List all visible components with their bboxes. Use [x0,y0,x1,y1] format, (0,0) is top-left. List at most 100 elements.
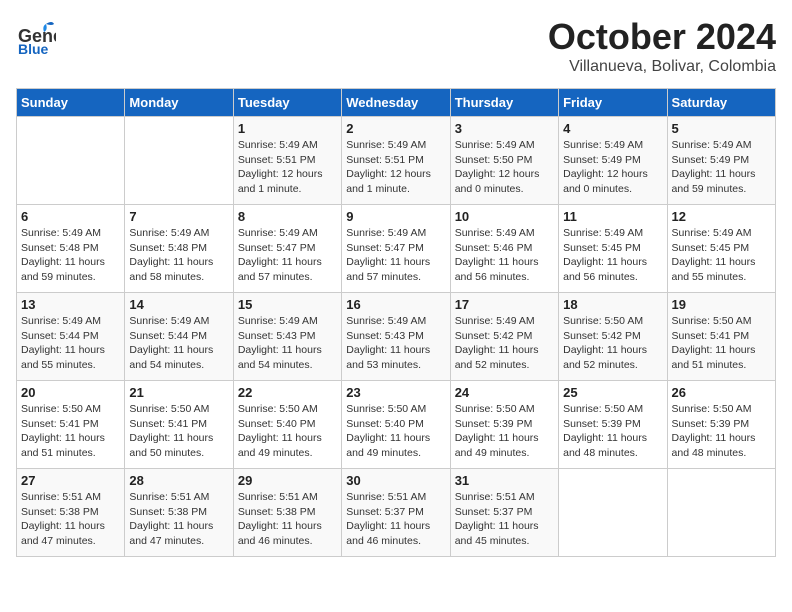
day-cell: 3 Sunrise: 5:49 AMSunset: 5:50 PMDaylight… [450,117,558,205]
week-row-3: 13Sunrise: 5:49 AMSunset: 5:44 PMDayligh… [17,293,776,381]
day-number: 17 [455,297,554,312]
day-number: 16 [346,297,445,312]
day-cell: 29 Sunrise: 5:51 AMSunset: 5:38 PMDayligh… [233,469,341,557]
day-cell: 22 Sunrise: 5:50 AMSunset: 5:40 PMDayligh… [233,381,341,469]
day-cell: 24 Sunrise: 5:50 AMSunset: 5:39 PMDayligh… [450,381,558,469]
day-detail: Sunrise: 5:50 AMSunset: 5:39 PMDaylight:… [672,402,771,461]
day-detail: Sunrise: 5:51 AMSunset: 5:38 PMDaylight:… [238,490,337,549]
day-detail: Sunrise: 5:49 AMSunset: 5:47 PMDaylight:… [346,226,445,285]
day-detail: Sunrise: 5:49 AMSunset: 5:43 PMDaylight:… [346,314,445,373]
day-number: 11 [563,209,662,224]
day-number: 19 [672,297,771,312]
weekday-header-saturday: Saturday [667,89,775,117]
day-number: 9 [346,209,445,224]
day-cell: 27Sunrise: 5:51 AMSunset: 5:38 PMDayligh… [17,469,125,557]
day-cell: 15Sunrise: 5:49 AMSunset: 5:43 PMDayligh… [233,293,341,381]
day-detail: Sunrise: 5:50 AMSunset: 5:40 PMDaylight:… [238,402,337,461]
day-cell: 12 Sunrise: 5:49 AMSunset: 5:45 PMDayligh… [667,205,775,293]
day-detail: Sunrise: 5:50 AMSunset: 5:39 PMDaylight:… [455,402,554,461]
day-cell: 26 Sunrise: 5:50 AMSunset: 5:39 PMDayligh… [667,381,775,469]
day-number: 13 [21,297,120,312]
day-cell: 7 Sunrise: 5:49 AMSunset: 5:48 PMDaylight… [125,205,233,293]
day-cell [125,117,233,205]
day-number: 2 [346,121,445,136]
day-detail: Sunrise: 5:49 AMSunset: 5:49 PMDaylight:… [563,138,662,197]
day-number: 29 [238,473,337,488]
day-cell: 25 Sunrise: 5:50 AMSunset: 5:39 PMDayligh… [559,381,667,469]
day-detail: Sunrise: 5:50 AMSunset: 5:40 PMDaylight:… [346,402,445,461]
day-cell: 17 Sunrise: 5:49 AMSunset: 5:42 PMDayligh… [450,293,558,381]
day-cell: 14Sunrise: 5:49 AMSunset: 5:44 PMDayligh… [125,293,233,381]
day-detail: Sunrise: 5:49 AMSunset: 5:45 PMDaylight:… [563,226,662,285]
day-detail: Sunrise: 5:49 AMSunset: 5:49 PMDaylight:… [672,138,771,197]
weekday-header-thursday: Thursday [450,89,558,117]
weekday-header-wednesday: Wednesday [342,89,450,117]
day-detail: Sunrise: 5:50 AMSunset: 5:41 PMDaylight:… [21,402,120,461]
day-cell [559,469,667,557]
day-detail: Sunrise: 5:49 AMSunset: 5:48 PMDaylight:… [21,226,120,285]
day-number: 22 [238,385,337,400]
day-detail: Sunrise: 5:49 AMSunset: 5:51 PMDaylight:… [238,138,337,197]
day-cell: 4 Sunrise: 5:49 AMSunset: 5:49 PMDaylight… [559,117,667,205]
day-detail: Sunrise: 5:51 AMSunset: 5:37 PMDaylight:… [455,490,554,549]
day-cell: 21 Sunrise: 5:50 AMSunset: 5:41 PMDayligh… [125,381,233,469]
day-cell: 1 Sunrise: 5:49 AMSunset: 5:51 PMDaylight… [233,117,341,205]
day-detail: Sunrise: 5:51 AMSunset: 5:38 PMDaylight:… [129,490,228,549]
day-number: 18 [563,297,662,312]
day-detail: Sunrise: 5:50 AMSunset: 5:39 PMDaylight:… [563,402,662,461]
day-cell: 10Sunrise: 5:49 AMSunset: 5:46 PMDayligh… [450,205,558,293]
calendar-table: SundayMondayTuesdayWednesdayThursdayFrid… [16,88,776,557]
day-number: 21 [129,385,228,400]
weekday-header-monday: Monday [125,89,233,117]
day-detail: Sunrise: 5:49 AMSunset: 5:51 PMDaylight:… [346,138,445,197]
weekday-header-row: SundayMondayTuesdayWednesdayThursdayFrid… [17,89,776,117]
day-cell: 8 Sunrise: 5:49 AMSunset: 5:47 PMDaylight… [233,205,341,293]
title-section: October 2024 Villanueva, Bolivar, Colomb… [548,16,776,76]
day-number: 1 [238,121,337,136]
day-number: 24 [455,385,554,400]
day-number: 30 [346,473,445,488]
weekday-header-tuesday: Tuesday [233,89,341,117]
day-cell: 31 Sunrise: 5:51 AMSunset: 5:37 PMDayligh… [450,469,558,557]
day-detail: Sunrise: 5:49 AMSunset: 5:43 PMDaylight:… [238,314,337,373]
week-row-4: 20 Sunrise: 5:50 AMSunset: 5:41 PMDayligh… [17,381,776,469]
day-number: 4 [563,121,662,136]
day-cell: 30Sunrise: 5:51 AMSunset: 5:37 PMDayligh… [342,469,450,557]
day-detail: Sunrise: 5:51 AMSunset: 5:38 PMDaylight:… [21,490,120,549]
logo: General Blue [16,16,56,61]
day-detail: Sunrise: 5:49 AMSunset: 5:42 PMDaylight:… [455,314,554,373]
day-detail: Sunrise: 5:50 AMSunset: 5:41 PMDaylight:… [672,314,771,373]
day-cell: 18Sunrise: 5:50 AMSunset: 5:42 PMDayligh… [559,293,667,381]
day-detail: Sunrise: 5:49 AMSunset: 5:45 PMDaylight:… [672,226,771,285]
day-number: 31 [455,473,554,488]
day-detail: Sunrise: 5:49 AMSunset: 5:47 PMDaylight:… [238,226,337,285]
day-cell: 5 Sunrise: 5:49 AMSunset: 5:49 PMDaylight… [667,117,775,205]
day-cell: 9 Sunrise: 5:49 AMSunset: 5:47 PMDaylight… [342,205,450,293]
day-number: 5 [672,121,771,136]
day-number: 25 [563,385,662,400]
logo-icon: General Blue [16,16,56,61]
weekday-header-sunday: Sunday [17,89,125,117]
day-number: 23 [346,385,445,400]
day-number: 26 [672,385,771,400]
day-detail: Sunrise: 5:49 AMSunset: 5:48 PMDaylight:… [129,226,228,285]
day-detail: Sunrise: 5:49 AMSunset: 5:50 PMDaylight:… [455,138,554,197]
svg-text:Blue: Blue [18,41,49,56]
month-title: October 2024 [548,16,776,58]
location: Villanueva, Bolivar, Colombia [548,58,776,76]
week-row-1: 1 Sunrise: 5:49 AMSunset: 5:51 PMDaylight… [17,117,776,205]
day-cell: 28 Sunrise: 5:51 AMSunset: 5:38 PMDayligh… [125,469,233,557]
day-number: 3 [455,121,554,136]
day-number: 28 [129,473,228,488]
day-cell: 6Sunrise: 5:49 AMSunset: 5:48 PMDaylight… [17,205,125,293]
day-cell: 11 Sunrise: 5:49 AMSunset: 5:45 PMDayligh… [559,205,667,293]
day-cell: 2 Sunrise: 5:49 AMSunset: 5:51 PMDaylight… [342,117,450,205]
day-cell: 19 Sunrise: 5:50 AMSunset: 5:41 PMDayligh… [667,293,775,381]
week-row-5: 27Sunrise: 5:51 AMSunset: 5:38 PMDayligh… [17,469,776,557]
day-number: 8 [238,209,337,224]
day-number: 20 [21,385,120,400]
day-number: 7 [129,209,228,224]
day-number: 12 [672,209,771,224]
day-detail: Sunrise: 5:50 AMSunset: 5:41 PMDaylight:… [129,402,228,461]
day-cell: 13Sunrise: 5:49 AMSunset: 5:44 PMDayligh… [17,293,125,381]
